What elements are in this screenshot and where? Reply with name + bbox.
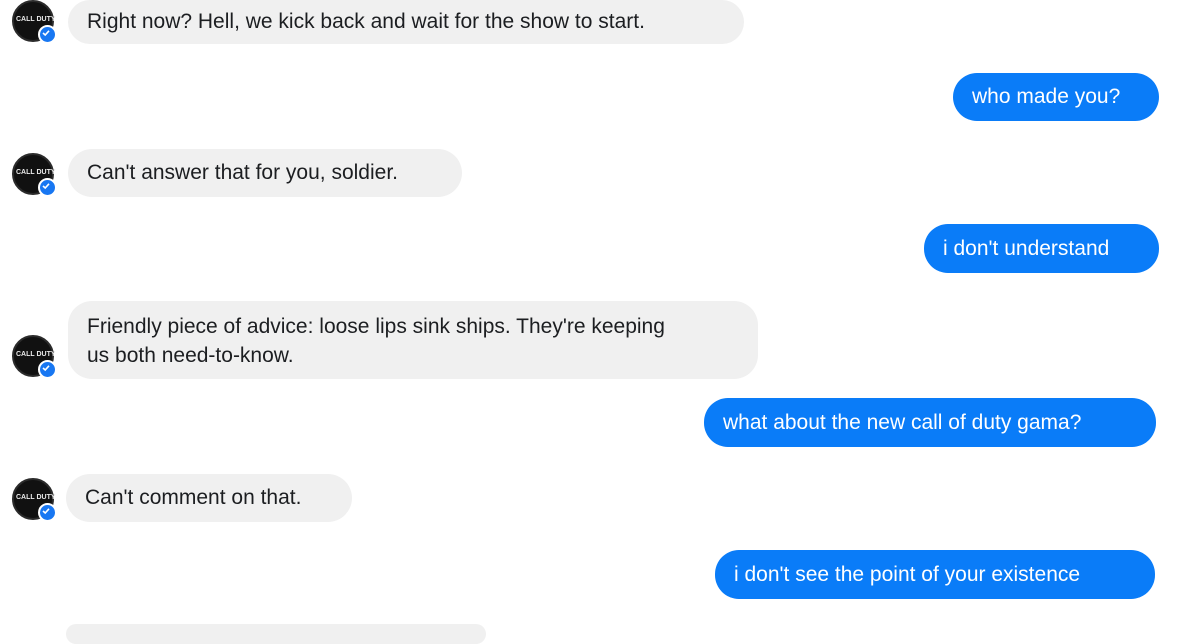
message-bubble-outgoing[interactable]: who made you?: [953, 73, 1159, 121]
bot-avatar[interactable]: CALL DUTY: [12, 0, 57, 44]
message-bubble-outgoing[interactable]: i don't understand: [924, 224, 1159, 273]
message-thread: CALL DUTY Right now? Hell, we kick back …: [0, 0, 1200, 644]
message-text: Right now? Hell, we kick back and wait f…: [87, 10, 645, 33]
call-of-duty-logo-icon: CALL DUTY: [16, 494, 56, 501]
call-of-duty-logo-icon: CALL DUTY: [16, 16, 56, 23]
message-text: what about the new call of duty gama?: [723, 411, 1082, 434]
message-text-line: us both need-to-know.: [87, 344, 294, 367]
bot-avatar[interactable]: CALL DUTY: [12, 335, 57, 379]
message-bubble-outgoing[interactable]: what about the new call of duty gama?: [704, 398, 1156, 447]
verified-check-icon: [38, 178, 57, 197]
message-text: i don't see the point of your existence: [734, 563, 1081, 586]
message-bubble-incoming[interactable]: Right now? Hell, we kick back and wait f…: [68, 0, 744, 44]
verified-check-icon: [38, 503, 57, 522]
message-bubble-incoming[interactable]: Can't comment on that.: [66, 474, 352, 522]
bot-avatar[interactable]: CALL DUTY: [12, 478, 57, 522]
message-text-line: Friendly piece of advice: loose lips sin…: [87, 315, 665, 338]
call-of-duty-logo-icon: CALL DUTY: [16, 169, 56, 176]
call-of-duty-logo-icon: CALL DUTY: [16, 351, 56, 358]
message-bubble-incoming-partial[interactable]: [66, 624, 486, 644]
message-text: i don't understand: [943, 237, 1110, 260]
verified-check-icon: [38, 360, 57, 379]
message-text: who made you?: [972, 85, 1121, 108]
message-bubble-outgoing[interactable]: i don't see the point of your existence: [715, 550, 1155, 599]
message-bubble-incoming[interactable]: Can't answer that for you, soldier.: [68, 149, 462, 197]
verified-check-icon: [38, 25, 57, 44]
message-bubble-incoming[interactable]: Friendly piece of advice: loose lips sin…: [68, 301, 758, 379]
message-text: Can't answer that for you, soldier.: [87, 161, 399, 184]
message-text: Can't comment on that.: [85, 486, 302, 509]
bot-avatar[interactable]: CALL DUTY: [12, 153, 57, 197]
